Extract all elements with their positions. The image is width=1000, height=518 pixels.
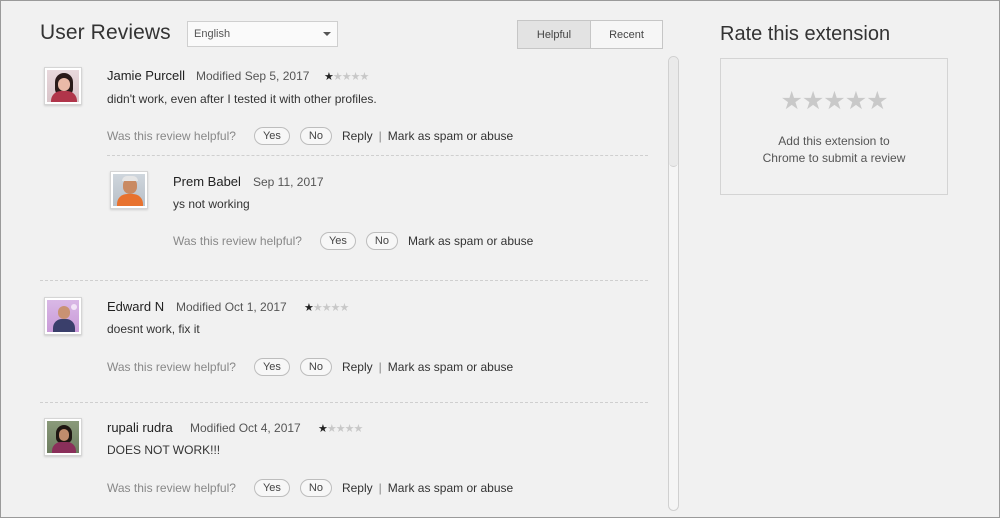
review-divider bbox=[40, 402, 648, 403]
avatar-image bbox=[47, 300, 79, 332]
star-icon: ★★★★ bbox=[312, 302, 349, 314]
rate-message: Add this extension to Chrome to submit a… bbox=[721, 133, 947, 167]
reply-link[interactable]: Reply bbox=[342, 129, 373, 143]
mark-spam-link[interactable]: Mark as spam or abuse bbox=[388, 481, 513, 495]
helpful-row: Was this review helpful? Yes No Reply | … bbox=[107, 479, 513, 497]
helpful-question: Was this review helpful? bbox=[107, 129, 236, 143]
avatar-image bbox=[47, 421, 79, 453]
helpful-yes-button[interactable]: Yes bbox=[253, 479, 290, 497]
helpful-row: Was this review helpful? Yes No Mark as … bbox=[173, 232, 533, 250]
review-date: Modified Oct 1, 2017 bbox=[176, 300, 287, 314]
star-icon: ★ bbox=[318, 423, 328, 435]
reply-link[interactable]: Reply bbox=[342, 481, 373, 495]
link-separator: | bbox=[378, 129, 382, 143]
mark-spam-link[interactable]: Mark as spam or abuse bbox=[388, 129, 513, 143]
helpful-yes-button[interactable]: Yes bbox=[253, 358, 290, 376]
rate-title: Rate this extension bbox=[720, 23, 891, 45]
mark-spam-link[interactable]: Mark as spam or abuse bbox=[408, 234, 533, 248]
language-select[interactable]: English bbox=[187, 21, 338, 47]
star-icon: ★★★★ bbox=[332, 71, 369, 83]
helpful-no-button[interactable]: No bbox=[365, 232, 398, 250]
review-date: Modified Oct 4, 2017 bbox=[190, 421, 301, 435]
avatar-image bbox=[47, 70, 79, 102]
rating-stars: ★★★★★ bbox=[324, 70, 369, 83]
helpful-question: Was this review helpful? bbox=[107, 360, 236, 374]
reply-divider bbox=[107, 155, 648, 156]
rating-stars: ★★★★★ bbox=[318, 422, 363, 435]
review-text: ys not working bbox=[173, 197, 250, 211]
star-icon: ★★★★ bbox=[326, 423, 363, 435]
reviews-scrollbar[interactable] bbox=[668, 56, 679, 511]
avatar[interactable] bbox=[110, 171, 148, 209]
helpful-yes-button[interactable]: Yes bbox=[319, 232, 356, 250]
reviewer-name[interactable]: rupali rudra bbox=[107, 420, 173, 435]
reviewer-name[interactable]: Prem Babel bbox=[173, 174, 241, 189]
reply-link[interactable]: Reply bbox=[342, 360, 373, 374]
review-text: doesnt work, fix it bbox=[107, 322, 200, 336]
sort-toggle: Helpful Recent bbox=[517, 20, 663, 49]
star-icon: ★ bbox=[324, 71, 334, 83]
helpful-question: Was this review helpful? bbox=[173, 234, 302, 248]
review-text: didn't work, even after I tested it with… bbox=[107, 92, 377, 106]
helpful-row: Was this review helpful? Yes No Reply | … bbox=[107, 358, 513, 376]
review-text: DOES NOT WORK!!! bbox=[107, 443, 221, 457]
sort-recent-button[interactable]: Recent bbox=[591, 21, 662, 48]
sort-helpful-button[interactable]: Helpful bbox=[518, 21, 591, 48]
review-date: Sep 11, 2017 bbox=[253, 175, 324, 189]
mark-spam-link[interactable]: Mark as spam or abuse bbox=[388, 360, 513, 374]
star-icon: ★ bbox=[304, 302, 314, 314]
helpful-no-button[interactable]: No bbox=[299, 127, 332, 145]
review-date: Modified Sep 5, 2017 bbox=[196, 69, 310, 83]
rating-stars: ★★★★★ bbox=[304, 301, 349, 314]
star-icon[interactable]: ★★★★★ bbox=[721, 86, 947, 116]
chevron-down-icon bbox=[323, 32, 331, 36]
link-separator: | bbox=[378, 481, 382, 495]
rate-message-line: Chrome to submit a review bbox=[762, 151, 906, 165]
helpful-question: Was this review helpful? bbox=[107, 481, 236, 495]
avatar[interactable] bbox=[44, 67, 82, 105]
helpful-yes-button[interactable]: Yes bbox=[253, 127, 290, 145]
helpful-no-button[interactable]: No bbox=[299, 479, 332, 497]
page-title: User Reviews bbox=[40, 21, 171, 44]
reviewer-name[interactable]: Edward N bbox=[107, 299, 164, 314]
scrollbar-thumb[interactable] bbox=[669, 57, 678, 167]
avatar[interactable] bbox=[44, 297, 82, 335]
rate-panel: ★★★★★ Add this extension to Chrome to su… bbox=[720, 58, 948, 195]
rate-message-line: Add this extension to bbox=[778, 134, 890, 148]
helpful-row: Was this review helpful? Yes No Reply | … bbox=[107, 127, 513, 145]
helpful-no-button[interactable]: No bbox=[299, 358, 332, 376]
language-select-value: English bbox=[194, 28, 231, 40]
reviewer-name[interactable]: Jamie Purcell bbox=[107, 68, 185, 83]
link-separator: | bbox=[378, 360, 382, 374]
review-divider bbox=[40, 280, 648, 281]
avatar[interactable] bbox=[44, 418, 82, 456]
avatar-image bbox=[113, 174, 145, 206]
